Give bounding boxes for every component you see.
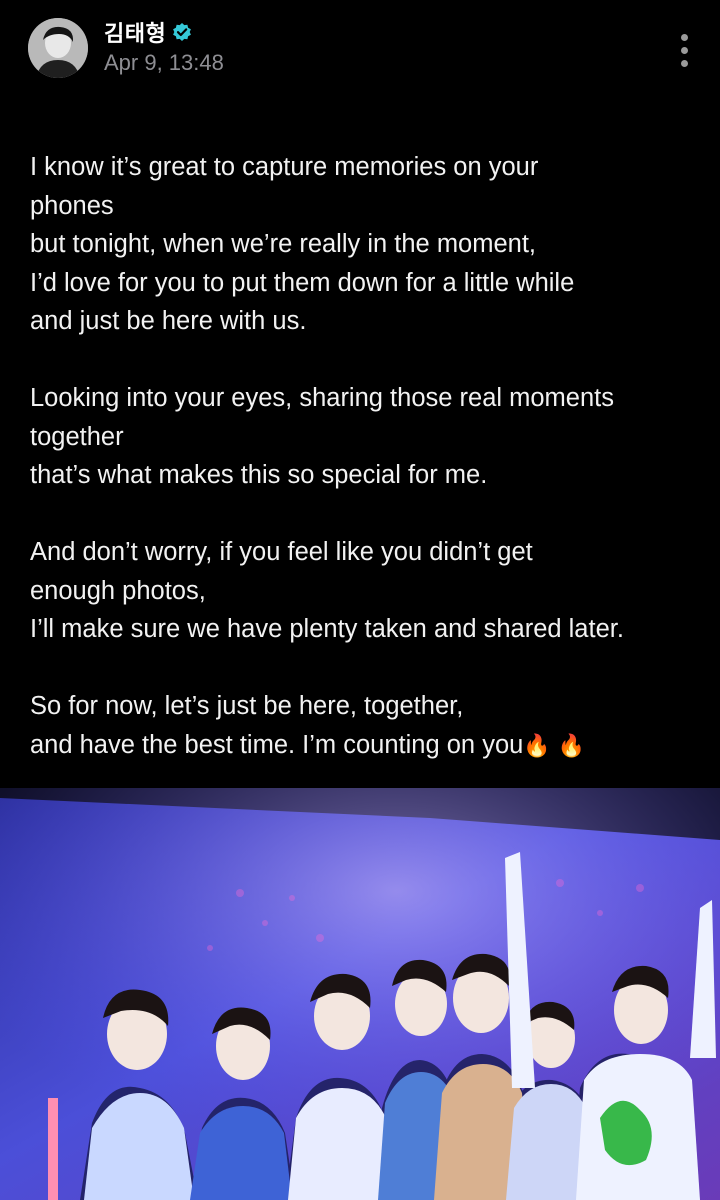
paragraph: So for now, let’s just be here, together… bbox=[30, 687, 700, 760]
text-line: together bbox=[30, 422, 124, 451]
text-fragment: and have the best time. I’m counting on … bbox=[30, 730, 524, 759]
text-line: phones bbox=[30, 191, 114, 220]
text-line: I’ll make sure we have plenty taken and … bbox=[30, 615, 624, 643]
avatar-image bbox=[28, 18, 88, 78]
more-vertical-icon bbox=[680, 33, 688, 41]
timestamp: Apr 9, 13:48 bbox=[104, 50, 224, 75]
text-line: and have the best time. I’m counting on … bbox=[30, 726, 700, 761]
more-options-button[interactable] bbox=[668, 30, 700, 70]
text-line: Looking into your eyes, sharing those re… bbox=[30, 384, 614, 412]
text-line: I’d love for you to put them down for a … bbox=[30, 268, 575, 297]
more-vertical-icon-dot bbox=[680, 46, 688, 54]
post-text: I know it’s great to capture memories on… bbox=[30, 148, 700, 760]
text-line: So for now, let’s just be here, together… bbox=[30, 692, 464, 720]
more-vertical-icon-dot bbox=[680, 59, 688, 67]
author-row: 김태형 bbox=[104, 16, 192, 48]
paragraph: Looking into your eyes, sharing those re… bbox=[30, 379, 700, 495]
post-header: 김태형 Apr 9, 13:48 bbox=[0, 0, 720, 100]
concert-photo[interactable] bbox=[0, 788, 720, 1200]
fire-emoji-icon: 🔥 bbox=[523, 732, 551, 758]
avatar[interactable] bbox=[28, 18, 88, 78]
text-line: I know it’s great to capture memories on… bbox=[30, 153, 539, 181]
verified-badge-icon bbox=[172, 22, 192, 42]
text-line: And don’t worry, if you feel like you di… bbox=[30, 538, 533, 566]
concert-photo-image bbox=[0, 788, 720, 1200]
text-line: enough photos, bbox=[30, 576, 206, 605]
text-line: but tonight, when we’re really in the mo… bbox=[30, 230, 537, 258]
author-name[interactable]: 김태형 bbox=[104, 16, 166, 48]
text-line: that’s what makes this so special for me… bbox=[30, 461, 488, 489]
paragraph: And don’t worry, if you feel like you di… bbox=[30, 533, 700, 649]
paragraph: I know it’s great to capture memories on… bbox=[30, 148, 700, 341]
fire-emoji-icon: 🔥 bbox=[557, 732, 586, 758]
text-line: and just be here with us. bbox=[30, 307, 307, 335]
